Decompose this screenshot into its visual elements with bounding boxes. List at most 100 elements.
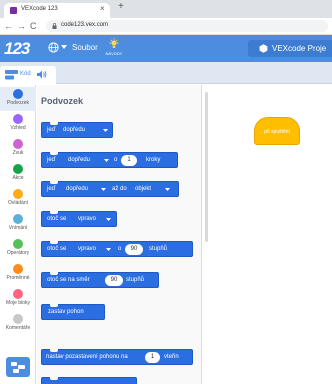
category-dot <box>13 264 23 274</box>
direction-dropdown[interactable]: dopředu <box>63 127 85 133</box>
degrees-input[interactable]: 90 <box>125 244 143 255</box>
block-turn-for-degrees[interactable]: otoč se vpravo o 90 stupňů <box>41 241 193 257</box>
extensions-button[interactable] <box>6 357 30 377</box>
category-sensing[interactable]: Vnímání <box>0 212 36 236</box>
editor-tab-bar: Kód <box>0 62 332 84</box>
tips-label: NÁVODY <box>105 51 123 56</box>
block-notch <box>50 304 58 307</box>
category-dot <box>13 239 23 249</box>
block-text: zastav pohon <box>48 309 84 315</box>
block-palette: Podvozek jeď dopředu jeď dopředu o 1 kro… <box>37 85 202 384</box>
forward-arrow-icon[interactable]: → <box>17 20 26 32</box>
reload-icon[interactable]: C <box>30 20 37 32</box>
block-drive-for-steps[interactable]: jeď dopředu o 1 kroky <box>41 152 178 168</box>
chevron-down-icon <box>106 218 111 221</box>
block-turn-to-heading[interactable]: otoč se na směr 90 stupňů <box>41 272 159 288</box>
category-label: Zvuk <box>12 150 24 156</box>
category-label: Ovládání <box>7 200 28 206</box>
hat-block-label: při spuštění <box>264 129 290 135</box>
palette-title: Podvozek <box>41 96 84 106</box>
block-notch <box>50 152 58 155</box>
new-tab-button[interactable]: + <box>118 2 124 12</box>
until-dropdown[interactable]: objekt <box>135 186 151 192</box>
block-text: jeď <box>47 127 56 133</box>
browser-tab-title: VEXcode 123 <box>21 6 58 12</box>
direction-dropdown[interactable]: dopředu <box>66 186 88 192</box>
code-blocks-icon <box>5 70 18 80</box>
chevron-down-icon <box>165 188 170 191</box>
category-dot <box>13 139 23 149</box>
chevron-down-icon <box>104 159 109 162</box>
timeout-input[interactable]: 1 <box>145 352 160 363</box>
project-hexagon-icon <box>259 44 268 53</box>
tips-button[interactable]: NÁVODY <box>104 38 124 60</box>
block-partial[interactable] <box>41 377 137 384</box>
category-label: Vnímání <box>8 225 28 231</box>
when-started-hat-block[interactable]: při spuštění <box>254 117 300 145</box>
category-label: Podvozek <box>7 100 29 106</box>
turn-direction-dropdown[interactable]: vpravo <box>78 216 96 222</box>
block-text: stupňů <box>149 246 168 252</box>
block-text: otoč se na směr <box>47 277 90 283</box>
direction-dropdown[interactable]: dopředu <box>68 157 90 163</box>
chevron-down-icon <box>103 129 108 132</box>
block-set-drive-timeout[interactable]: nastav pozastavení pohonu na 1 vteřin <box>41 349 193 365</box>
block-text: stupňů <box>126 277 145 283</box>
category-label: Akce <box>12 175 24 181</box>
category-dot <box>13 214 23 224</box>
category-label: Moje bloky <box>6 300 30 306</box>
block-notch <box>50 122 58 125</box>
category-events[interactable]: Akce <box>0 162 36 186</box>
block-text: kroky <box>146 157 161 163</box>
file-menu[interactable]: Soubor <box>72 43 98 52</box>
block-turn[interactable]: otoč se vpravo <box>41 211 117 227</box>
block-drive-until[interactable]: jeď dopředu až do objekt <box>41 181 179 197</box>
chevron-down-icon[interactable] <box>61 45 67 49</box>
category-my-blocks[interactable]: Moje bloky <box>0 287 36 311</box>
url-input[interactable]: code123.vex.com <box>46 20 328 32</box>
block-text: až do <box>112 186 127 192</box>
category-variables[interactable]: Proměnné <box>0 262 36 286</box>
block-text: o <box>118 246 122 252</box>
close-tab-icon[interactable]: × <box>100 5 105 13</box>
speaker-icon[interactable] <box>37 70 47 79</box>
category-drivetrain[interactable]: Podvozek <box>0 87 36 111</box>
category-operators[interactable]: Operátory <box>0 237 36 261</box>
project-name: VEXcode Proje <box>272 44 327 53</box>
category-sound[interactable]: Zvuk <box>0 137 36 161</box>
category-comments[interactable]: Komentáře <box>0 312 36 336</box>
category-menu: Podvozek Vzhled Zvuk Akce Ovládání Vnímá… <box>0 85 36 384</box>
vexcode-123-logo: 123 <box>4 39 30 58</box>
browser-address-bar: ← → C code123.vex.com <box>0 18 332 35</box>
category-dot <box>13 89 23 99</box>
project-name-box[interactable]: VEXcode Proje <box>248 40 332 57</box>
block-text: jeď <box>47 186 56 192</box>
block-text: otoč se <box>47 216 67 222</box>
category-dot <box>13 114 23 124</box>
category-looks[interactable]: Vzhled <box>0 112 36 136</box>
block-notch <box>50 349 58 352</box>
category-dot <box>13 314 23 324</box>
browser-tab-strip: VEXcode 123 × + <box>0 0 332 18</box>
category-control[interactable]: Ovládání <box>0 187 36 211</box>
block-drive-forward[interactable]: jeď dopředu <box>41 122 113 138</box>
category-dot <box>13 164 23 174</box>
globe-icon[interactable] <box>48 42 59 53</box>
turn-direction-dropdown[interactable]: vpravo <box>78 246 96 252</box>
category-label: Komentáře <box>5 325 31 331</box>
block-stop-driving[interactable]: zastav pohon <box>41 304 105 320</box>
browser-tab[interactable]: VEXcode 123 × <box>4 3 110 18</box>
palette-scrollbar[interactable] <box>205 92 208 242</box>
block-notch <box>50 272 58 275</box>
block-notch <box>50 181 58 184</box>
category-dot <box>13 289 23 299</box>
extension-blocks-icon <box>11 362 25 373</box>
block-notch <box>50 377 58 380</box>
block-text: o <box>114 157 118 163</box>
category-label: Proměnné <box>6 275 30 281</box>
lock-icon <box>52 23 57 29</box>
steps-input[interactable]: 1 <box>121 155 137 166</box>
back-arrow-icon[interactable]: ← <box>4 20 13 32</box>
heading-input[interactable]: 90 <box>105 275 123 286</box>
tab-code[interactable]: Kód <box>0 66 56 84</box>
